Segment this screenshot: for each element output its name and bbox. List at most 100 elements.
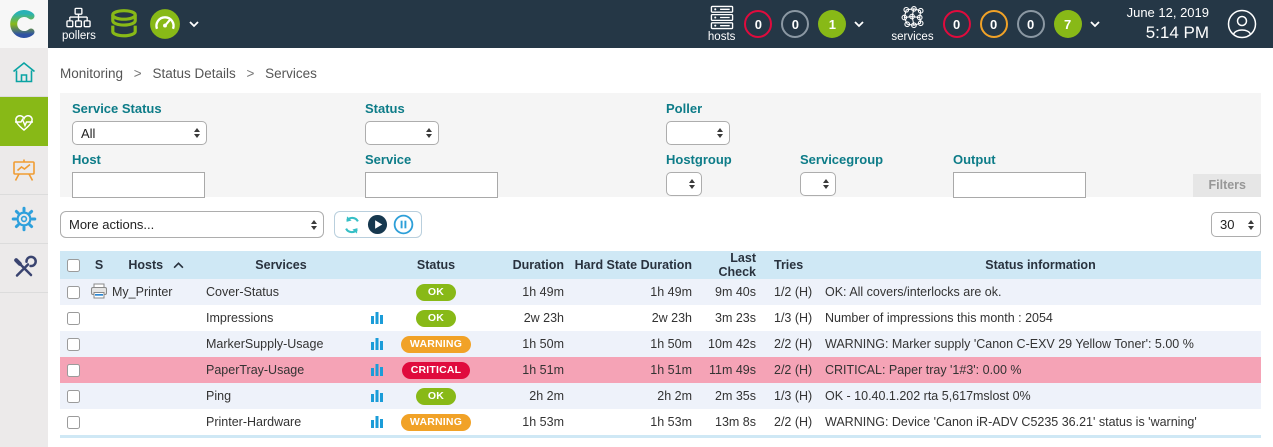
- select-arrows-icon: [311, 220, 317, 230]
- hosts-label: hosts: [708, 31, 736, 43]
- status-badge: WARNING: [401, 414, 471, 431]
- service-name[interactable]: Ping: [206, 389, 231, 403]
- services-unknown-badge[interactable]: 0: [1017, 10, 1045, 38]
- column-header-tries[interactable]: Tries: [764, 251, 820, 279]
- service-cell: Printer-Hardware: [200, 409, 362, 435]
- centreon-logo[interactable]: [0, 0, 48, 48]
- output-label: Output: [953, 152, 996, 167]
- service-name[interactable]: PaperTray-Usage: [206, 363, 304, 377]
- services-ok-badge[interactable]: 7: [1054, 10, 1082, 38]
- breadcrumb-status-details[interactable]: Status Details: [152, 66, 235, 81]
- column-header-services[interactable]: Services: [200, 251, 362, 279]
- graph-cell: [362, 357, 392, 383]
- page-size-select[interactable]: 30: [1211, 212, 1261, 237]
- poller-chevron-down-icon[interactable]: [188, 20, 200, 28]
- column-header-duration[interactable]: Duration: [480, 251, 572, 279]
- user-menu[interactable]: [1227, 9, 1257, 39]
- graph-icon[interactable]: [370, 414, 384, 428]
- poller-select[interactable]: [666, 121, 730, 145]
- column-header-status[interactable]: Status: [392, 251, 480, 279]
- status-information-cell: WARNING: Device 'Canon iR-ADV C5235 36.2…: [820, 409, 1261, 435]
- hosts-status-group[interactable]: hosts: [708, 5, 736, 43]
- sidebar-item-home[interactable]: [0, 48, 48, 97]
- row-checkbox[interactable]: [67, 416, 80, 429]
- hard-state-duration-cell: 2w 23h: [572, 305, 700, 331]
- hosts-icon: [709, 5, 735, 30]
- service-name[interactable]: Impressions: [206, 311, 273, 325]
- breadcrumb-services[interactable]: Services: [265, 66, 317, 81]
- service-row: Impressions OK 2w 23h 2w 23h 3m 23s 1/3 …: [60, 305, 1261, 331]
- column-header-status-information[interactable]: Status information: [820, 251, 1261, 279]
- hostgroup-label: Hostgroup: [666, 152, 732, 167]
- hosts-chevron-down-icon[interactable]: [853, 20, 865, 28]
- tries-cell: 1/2 (H): [764, 279, 820, 305]
- status-cell: OK: [392, 305, 480, 331]
- host-label: Host: [72, 152, 101, 167]
- breadcrumb-monitoring[interactable]: Monitoring: [60, 66, 123, 81]
- filters-button[interactable]: Filters: [1193, 174, 1261, 197]
- sidebar-item-reporting[interactable]: [0, 146, 48, 195]
- services-critical-badge[interactable]: 0: [943, 10, 971, 38]
- user-icon: [1227, 9, 1257, 39]
- row-checkbox[interactable]: [67, 286, 80, 299]
- status-badge: OK: [416, 284, 456, 301]
- services-icon: [900, 5, 926, 30]
- service-name[interactable]: MarkerSupply-Usage: [206, 337, 323, 351]
- sidebar-item-configuration[interactable]: [0, 195, 48, 244]
- sidebar-item-administration[interactable]: [0, 244, 48, 293]
- host-name[interactable]: My_Printer: [112, 285, 172, 299]
- row-checkbox[interactable]: [67, 390, 80, 403]
- column-header-hosts[interactable]: Hosts: [112, 251, 200, 279]
- graph-icon[interactable]: [370, 362, 384, 376]
- pollers-status[interactable]: pollers: [62, 7, 96, 42]
- output-input[interactable]: [953, 172, 1086, 198]
- hosts-up-badge[interactable]: 1: [818, 10, 846, 38]
- latency-gauge-status[interactable]: [149, 8, 181, 40]
- hard-state-duration-cell: 1h 50m: [572, 331, 700, 357]
- clock: June 12, 2019 5:14 PM: [1127, 5, 1209, 43]
- refresh-button[interactable]: [342, 215, 362, 235]
- services-status-group[interactable]: services: [891, 5, 933, 43]
- pause-button[interactable]: [393, 214, 414, 235]
- service-cell: Ping: [200, 383, 362, 409]
- play-button[interactable]: [367, 214, 388, 235]
- last-check-cell: 11m 49s: [700, 357, 764, 383]
- services-warning-badge[interactable]: 0: [980, 10, 1008, 38]
- status-select[interactable]: [365, 121, 439, 145]
- service-name[interactable]: Cover-Status: [206, 285, 279, 299]
- last-check-cell: 10m 42s: [700, 331, 764, 357]
- graph-icon[interactable]: [370, 310, 384, 324]
- column-header-s[interactable]: S: [86, 251, 112, 279]
- hostgroup-select[interactable]: [666, 172, 702, 196]
- host-status-icon-cell: [86, 331, 112, 357]
- sort-asc-icon: [173, 262, 184, 269]
- column-header-last-check[interactable]: Last Check: [700, 251, 764, 279]
- service-input[interactable]: [365, 172, 498, 198]
- select-arrows-icon: [823, 179, 829, 189]
- service-row: Printer-Hardware WARNING 1h 53m 1h 53m 1…: [60, 409, 1261, 435]
- column-header-hard-state-duration[interactable]: Hard State Duration: [572, 251, 700, 279]
- database-poller-status[interactable]: [108, 8, 140, 40]
- refresh-icon: [342, 215, 362, 235]
- graph-icon[interactable]: [370, 336, 384, 350]
- graph-icon[interactable]: [370, 388, 384, 402]
- hosts-down-badge[interactable]: 0: [744, 10, 772, 38]
- service-status-select[interactable]: All: [72, 121, 207, 145]
- servicegroup-select[interactable]: [800, 172, 836, 196]
- host-status-icon-cell: [86, 279, 112, 305]
- column-header-graph: [362, 251, 392, 279]
- service-label: Service: [365, 152, 411, 167]
- sidebar-item-monitoring[interactable]: [0, 97, 48, 146]
- row-checkbox[interactable]: [67, 312, 80, 325]
- select-all-checkbox[interactable]: [67, 259, 80, 272]
- service-name[interactable]: Printer-Hardware: [206, 415, 301, 429]
- more-actions-select[interactable]: More actions...: [60, 211, 324, 238]
- main-content: Monitoring > Status Details > Services S…: [48, 48, 1273, 447]
- row-checkbox[interactable]: [67, 364, 80, 377]
- row-checkbox[interactable]: [67, 338, 80, 351]
- host-input[interactable]: [72, 172, 205, 198]
- services-chevron-down-icon[interactable]: [1089, 20, 1101, 28]
- tries-cell: 2/2 (H): [764, 331, 820, 357]
- host-status-icon-cell: [86, 305, 112, 331]
- hosts-unreachable-badge[interactable]: 0: [781, 10, 809, 38]
